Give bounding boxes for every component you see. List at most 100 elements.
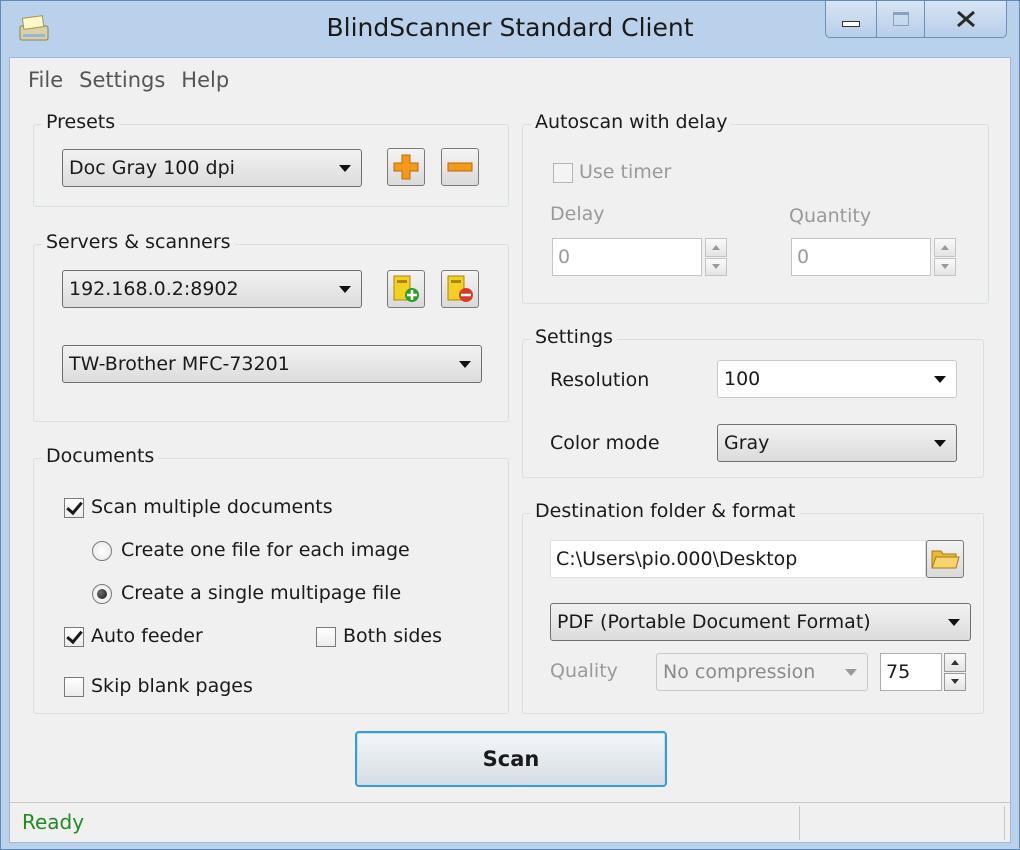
scan-multiple-label[interactable]: Scan multiple documents (91, 496, 333, 518)
compression-dropdown-value: No compression (663, 661, 816, 683)
quantity-spinner[interactable] (934, 238, 956, 276)
documents-group-label: Documents (42, 445, 159, 467)
server-dropdown[interactable]: 192.168.0.2:8902 (62, 270, 362, 308)
single-multipage-label[interactable]: Create a single multipage file (121, 582, 401, 604)
quantity-input[interactable]: 0 (791, 238, 931, 276)
quality-spin-up[interactable] (944, 653, 966, 672)
quantity-spin-up[interactable] (934, 238, 956, 257)
chevron-down-icon (948, 619, 960, 626)
maximize-icon (892, 12, 909, 26)
title-bar[interactable]: BlindScanner Standard Client (1, 1, 1019, 57)
scan-multiple-checkbox[interactable] (64, 498, 84, 518)
color-mode-dropdown-value: Gray (724, 432, 770, 454)
one-file-each-radio[interactable] (92, 541, 112, 561)
preset-dropdown[interactable]: Doc Gray 100 dpi (62, 149, 362, 187)
spin-up-icon (951, 659, 959, 665)
app-window: BlindScanner Standard Client File Settin… (0, 0, 1020, 850)
presets-group: Presets Doc Gray 100 dpi (33, 111, 509, 207)
menu-help[interactable]: Help (173, 68, 237, 92)
add-preset-button[interactable] (387, 148, 425, 186)
remove-server-icon (447, 275, 473, 302)
use-timer-checkbox[interactable] (553, 163, 573, 183)
client-area: File Settings Help Presets Doc Gray 100 … (9, 57, 1011, 843)
delay-spin-up[interactable] (705, 238, 727, 257)
delay-label: Delay (550, 203, 605, 225)
folder-path-value: C:\Users\pio.000\Desktop (556, 548, 798, 570)
status-separator (799, 806, 800, 840)
skip-blank-label[interactable]: Skip blank pages (91, 675, 253, 697)
minimize-button[interactable] (825, 1, 877, 38)
destination-group-label: Destination folder & format (531, 500, 800, 522)
single-multipage-radio[interactable] (92, 584, 112, 604)
chevron-down-icon (934, 376, 946, 383)
chevron-down-icon (934, 440, 946, 447)
color-mode-label: Color mode (550, 432, 660, 454)
settings-group-label: Settings (531, 326, 617, 348)
delay-spinner[interactable] (705, 238, 727, 276)
close-icon (956, 10, 975, 28)
remove-server-button[interactable] (441, 270, 479, 308)
browse-folder-button[interactable] (926, 540, 964, 578)
servers-group: Servers & scanners 192.168.0.2:8902 TW-B… (33, 231, 509, 422)
status-bar: Ready (10, 802, 1010, 842)
preset-dropdown-value: Doc Gray 100 dpi (69, 157, 235, 179)
servers-group-label: Servers & scanners (42, 231, 235, 253)
both-sides-checkbox[interactable] (316, 627, 336, 647)
resolution-dropdown[interactable]: 100 (717, 360, 957, 398)
menu-settings[interactable]: Settings (71, 68, 173, 92)
quantity-label: Quantity (789, 205, 872, 227)
menu-file[interactable]: File (20, 68, 71, 92)
both-sides-label[interactable]: Both sides (343, 625, 442, 647)
quality-spin-down[interactable] (944, 672, 966, 691)
folder-path-input[interactable]: C:\Users\pio.000\Desktop (550, 540, 926, 578)
compression-dropdown[interactable]: No compression (656, 653, 868, 691)
spin-down-icon (941, 264, 949, 270)
autoscan-group: Autoscan with delay Use timer Delay 0 Qu… (522, 111, 989, 304)
one-file-each-label[interactable]: Create one file for each image (121, 539, 410, 561)
scanner-dropdown[interactable]: TW-Brother MFC-73201 (62, 345, 482, 383)
settings-group: Settings Resolution 100 Color mode Gray (522, 326, 984, 478)
plus-icon (393, 154, 419, 180)
quality-input[interactable]: 75 (880, 653, 942, 691)
resolution-dropdown-value: 100 (724, 368, 761, 390)
server-dropdown-value: 192.168.0.2:8902 (69, 278, 239, 300)
delay-input[interactable]: 0 (552, 238, 702, 276)
format-dropdown[interactable]: PDF (Portable Document Format) (550, 603, 971, 641)
quality-label: Quality (550, 660, 618, 682)
chevron-down-icon (845, 669, 857, 676)
chevron-down-icon (339, 286, 351, 293)
presets-group-label: Presets (42, 111, 120, 133)
spin-up-icon (712, 244, 720, 250)
spin-down-icon (712, 264, 720, 270)
spin-down-icon (951, 679, 959, 685)
skip-blank-checkbox[interactable] (64, 677, 84, 697)
minimize-icon (842, 21, 860, 27)
quantity-spin-down[interactable] (934, 257, 956, 276)
close-button[interactable] (925, 1, 1007, 38)
format-dropdown-value: PDF (Portable Document Format) (557, 611, 871, 633)
add-server-icon (393, 275, 419, 302)
quality-spinner[interactable] (944, 653, 966, 691)
auto-feeder-label[interactable]: Auto feeder (91, 625, 203, 647)
resolution-label: Resolution (550, 369, 650, 391)
chevron-down-icon (459, 361, 471, 368)
documents-group: Documents Scan multiple documents Create… (33, 445, 509, 714)
use-timer-label[interactable]: Use timer (579, 161, 671, 183)
status-separator (1004, 806, 1005, 840)
delay-input-value: 0 (558, 246, 571, 268)
scanner-dropdown-value: TW-Brother MFC-73201 (69, 353, 290, 375)
chevron-down-icon (339, 165, 351, 172)
maximize-button[interactable] (877, 1, 925, 38)
add-server-button[interactable] (387, 270, 425, 308)
remove-preset-button[interactable] (441, 148, 479, 186)
spin-up-icon (941, 244, 949, 250)
minus-icon (447, 162, 473, 172)
color-mode-dropdown[interactable]: Gray (717, 424, 957, 462)
status-text: Ready (22, 810, 85, 834)
delay-spin-down[interactable] (705, 257, 727, 276)
menu-bar: File Settings Help (20, 68, 237, 92)
quantity-input-value: 0 (797, 246, 810, 268)
auto-feeder-checkbox[interactable] (64, 627, 84, 647)
quality-input-value: 75 (886, 661, 911, 683)
scan-button[interactable]: Scan (355, 731, 667, 787)
